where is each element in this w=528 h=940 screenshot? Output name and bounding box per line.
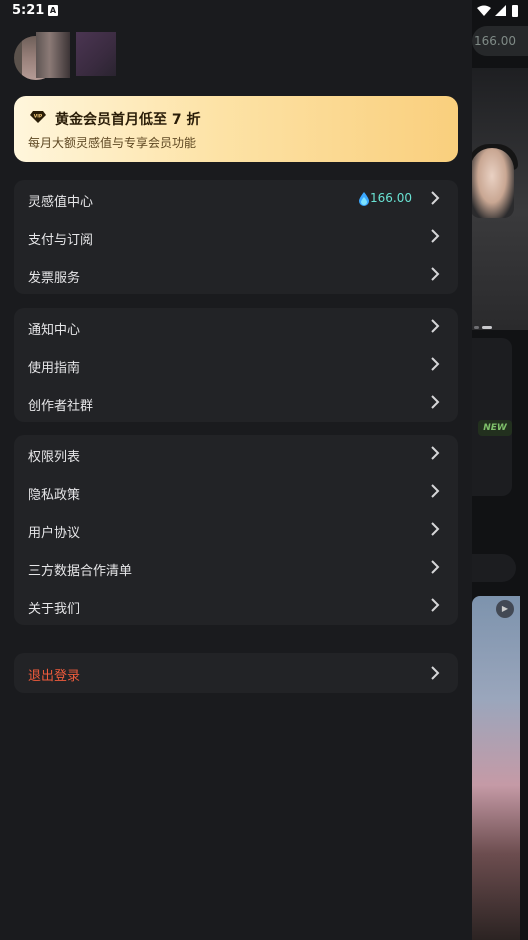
menu-group-help: 通知中心 使用指南 创作者社群 bbox=[14, 308, 458, 422]
menu-group-account: 灵感值中心 166.00 支付与订阅 发票服务 bbox=[14, 180, 458, 294]
menu-item-privacy-policy[interactable]: 隐私政策 bbox=[14, 473, 458, 511]
menu-item-label: 创作者社群 bbox=[28, 399, 94, 414]
menu-item-label: 权限列表 bbox=[28, 450, 81, 465]
status-time: 5:21 bbox=[12, 3, 45, 18]
signal-battery-icons bbox=[477, 5, 518, 17]
menu-item-creator-community[interactable]: 创作者社群 bbox=[14, 384, 458, 422]
logout-group: 退出登录 bbox=[14, 653, 458, 693]
chevron-right-icon bbox=[431, 522, 440, 536]
menu-item-label: 通知中心 bbox=[28, 323, 81, 338]
side-drawer: VIP 黄金会员首月低至 7 折 每月大额灵感值与专享会员功能 灵感值中心 16… bbox=[0, 0, 472, 940]
new-badge: NEW bbox=[478, 420, 512, 436]
menu-item-label: 隐私政策 bbox=[28, 488, 81, 503]
menu-item-label: 发票服务 bbox=[28, 271, 81, 286]
chevron-right-icon bbox=[431, 319, 440, 333]
background-app[interactable]: 166.00 NEW ▶ bbox=[472, 0, 528, 940]
status-bar: 5:21 A bbox=[0, 0, 528, 22]
background-photo bbox=[472, 596, 520, 940]
menu-item-permission-list[interactable]: 权限列表 bbox=[14, 435, 458, 473]
background-balance: 166.00 bbox=[472, 26, 528, 56]
notification-icon: A bbox=[48, 5, 58, 16]
chevron-right-icon bbox=[431, 484, 440, 498]
screen: 166.00 NEW ▶ 5:21 A VIP 黄金会员首月低至 7 折 每月大… bbox=[0, 0, 528, 940]
svg-text:VIP: VIP bbox=[34, 114, 43, 120]
chevron-right-icon bbox=[431, 191, 440, 205]
menu-item-label: 使用指南 bbox=[28, 361, 81, 376]
chevron-right-icon bbox=[431, 357, 440, 371]
menu-item-label: 三方数据合作清单 bbox=[28, 564, 133, 579]
vip-subtitle: 每月大额灵感值与专享会员功能 bbox=[28, 136, 197, 150]
menu-item-label: 关于我们 bbox=[28, 602, 81, 617]
menu-item-inspiration-center[interactable]: 灵感值中心 166.00 bbox=[14, 180, 458, 218]
inspiration-balance: 166.00 bbox=[370, 191, 412, 205]
vip-diamond-icon: VIP bbox=[30, 111, 46, 123]
background-hero-figure bbox=[472, 148, 514, 218]
menu-item-user-agreement[interactable]: 用户协议 bbox=[14, 511, 458, 549]
menu-item-label: 灵感值中心 bbox=[28, 195, 94, 210]
user-info-pixelated bbox=[76, 32, 116, 76]
vip-title: 黄金会员首月低至 7 折 bbox=[55, 112, 201, 128]
chevron-right-icon bbox=[431, 446, 440, 460]
chevron-right-icon bbox=[431, 229, 440, 243]
chevron-right-icon bbox=[431, 267, 440, 281]
menu-item-user-guide[interactable]: 使用指南 bbox=[14, 346, 458, 384]
vip-promo-banner[interactable]: VIP 黄金会员首月低至 7 折 每月大额灵感值与专享会员功能 bbox=[14, 96, 458, 162]
drop-icon bbox=[359, 192, 369, 206]
menu-group-legal: 权限列表 隐私政策 用户协议 三方数据合作清单 关于我们 bbox=[14, 435, 458, 625]
carousel-dots bbox=[474, 314, 514, 329]
menu-item-third-party-data[interactable]: 三方数据合作清单 bbox=[14, 549, 458, 587]
menu-item-label: 用户协议 bbox=[28, 526, 81, 541]
chevron-right-icon bbox=[431, 666, 440, 680]
background-pill bbox=[472, 554, 516, 582]
profile-header[interactable] bbox=[14, 32, 214, 80]
menu-item-payment-subscription[interactable]: 支付与订阅 bbox=[14, 218, 458, 256]
menu-item-label: 支付与订阅 bbox=[28, 233, 94, 248]
menu-item-notification-center[interactable]: 通知中心 bbox=[14, 308, 458, 346]
menu-item-about-us[interactable]: 关于我们 bbox=[14, 587, 458, 625]
background-card bbox=[472, 338, 512, 496]
play-icon: ▶ bbox=[496, 600, 514, 618]
chevron-right-icon bbox=[431, 395, 440, 409]
logout-button[interactable]: 退出登录 bbox=[14, 653, 458, 693]
chevron-right-icon bbox=[431, 560, 440, 574]
logout-label: 退出登录 bbox=[28, 669, 81, 684]
username-pixelated bbox=[36, 32, 70, 78]
chevron-right-icon bbox=[431, 598, 440, 612]
menu-item-invoice-service[interactable]: 发票服务 bbox=[14, 256, 458, 294]
